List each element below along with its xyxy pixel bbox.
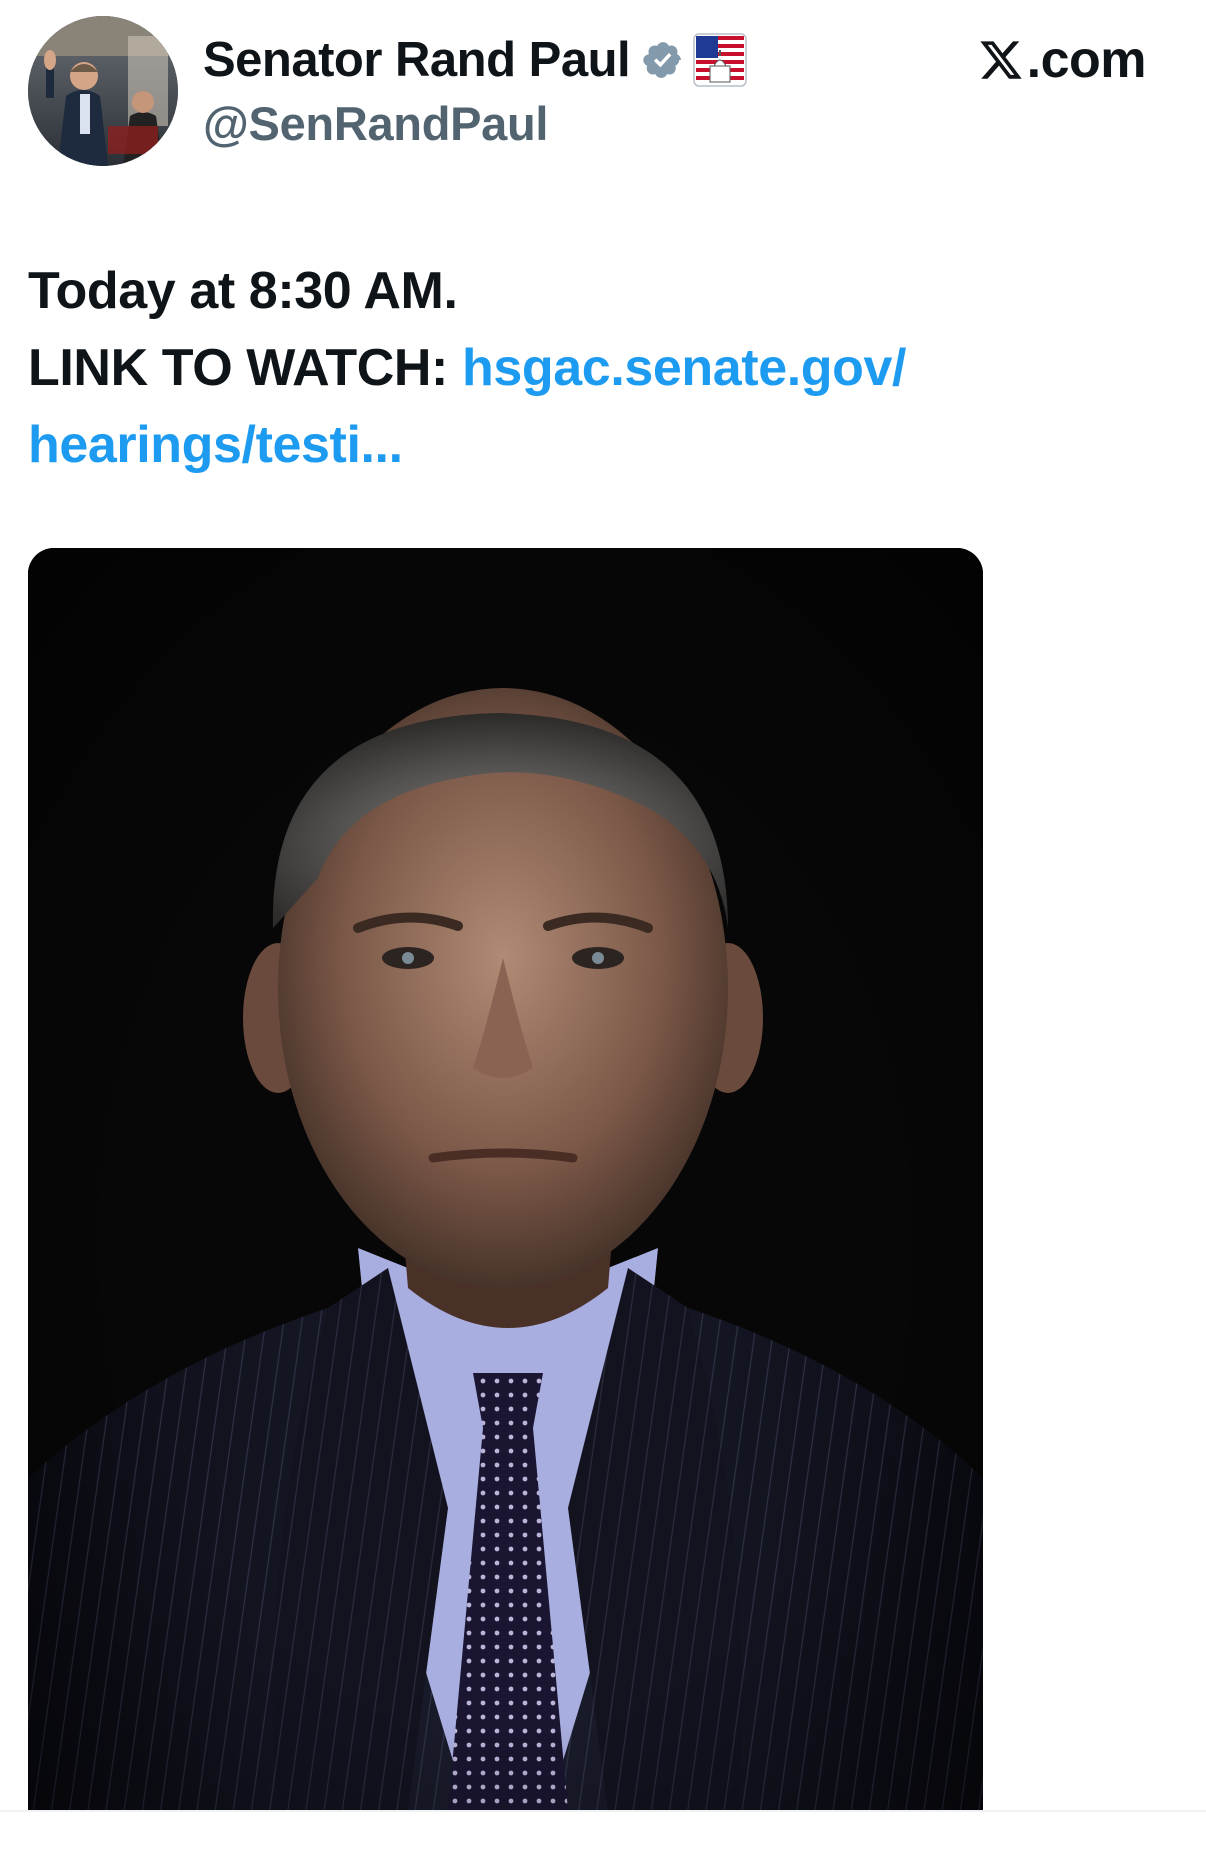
x-logo-icon [980,41,1022,79]
tweet-header: Senator Rand Paul @SenRandPaul .com [0,0,1206,200]
tweet-line-time: Today at 8:30 AM. [28,262,458,320]
tweet-link-prefix: LINK TO WATCH: [28,339,463,397]
author-handle[interactable]: @SenRandPaul [203,96,548,151]
source-site-label: .com [977,30,1147,90]
us-capitol-flag-icon [693,33,747,87]
site-domain-text: .com [1026,31,1147,89]
tweet-body: Today at 8:30 AM. LINK TO WATCH: hsgac.s… [28,253,1168,484]
tweet-media-image[interactable] [28,548,983,1810]
tweet-line-link-cont: hearings/testi... [28,407,1168,484]
verified-badge-icon [643,42,682,78]
hearing-link-part2[interactable]: hearings/testi... [28,416,403,474]
bottom-divider [0,1810,1206,1852]
portrait-photo [28,548,983,1810]
author-display-name[interactable]: Senator Rand Paul [203,32,631,88]
tweet-line-link: LINK TO WATCH: hsgac.senate.gov/ [28,330,1168,407]
author-name-row: Senator Rand Paul [203,30,748,90]
hearing-link-part1[interactable]: hsgac.senate.gov/ [462,339,906,397]
author-avatar[interactable] [28,16,178,166]
